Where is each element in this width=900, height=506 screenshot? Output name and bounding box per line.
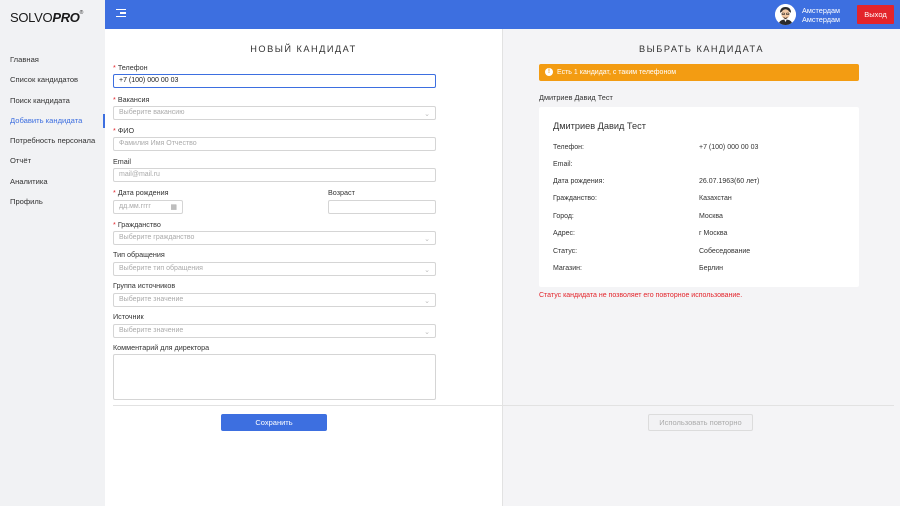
chevron-down-icon: ⌄: [424, 236, 430, 243]
source-select[interactable]: Выберите значение ⌄: [113, 324, 436, 338]
fio-label: * ФИО: [113, 126, 135, 135]
age-label: Возраст: [328, 188, 355, 197]
new-candidate-form: НОВЫЙ КАНДИДАТ * Телефон +7 (100) 000 00 …: [105, 29, 502, 506]
candidate-name[interactable]: Дмитриев Давид Тест: [539, 93, 613, 102]
status-error-message: Статус кандидата не позволяет его повтор…: [539, 292, 743, 299]
user-info: Амстердам Амстердам: [802, 6, 840, 24]
candidate-card-title: Дмитриев Давид Тест: [553, 121, 646, 131]
user-city: Амстердам: [802, 6, 841, 15]
logout-button[interactable]: Выход: [857, 5, 894, 24]
citizenship-select[interactable]: Выберите гражданство ⌄: [113, 231, 436, 245]
info-icon: !: [545, 68, 553, 76]
reuse-button[interactable]: Использовать повторно: [648, 414, 753, 431]
sidebar-item-staff-needs[interactable]: Потребность персонала: [0, 131, 105, 151]
phone-label: * Телефон: [113, 63, 148, 72]
page-title: НОВЫЙ КАНДИДАТ: [250, 44, 357, 54]
select-candidate-panel: ВЫБРАТЬ КАНДИДАТА ! Есть 1 кандидат, с т…: [502, 29, 900, 506]
sidebar-item-report[interactable]: Отчёт: [0, 151, 105, 171]
fio-input[interactable]: Фамилия Имя Отчество: [113, 137, 436, 151]
chevron-down-icon: ⌄: [424, 329, 430, 336]
sidebar: SOLVOPRO® Главная Список кандидатов Поис…: [0, 0, 105, 506]
email-input[interactable]: mail@mail.ru: [113, 168, 436, 182]
birth-date-input[interactable]: дд.мм.гггг ▦: [113, 200, 183, 214]
user-store: Амстердам: [802, 15, 841, 24]
vacancy-select[interactable]: Выберите вакансию ⌄: [113, 106, 436, 120]
logo[interactable]: SOLVOPRO®: [10, 10, 83, 25]
sidebar-nav: Главная Список кандидатов Поиск кандидат…: [0, 50, 105, 212]
sidebar-item-profile[interactable]: Профиль: [0, 192, 105, 212]
source-group-select[interactable]: Выберите значение ⌄: [113, 293, 436, 307]
appeal-type-select[interactable]: Выберите тип обращения ⌄: [113, 262, 436, 276]
phone-input[interactable]: +7 (100) 000 00 03: [113, 74, 436, 88]
panel-divider: [503, 405, 894, 406]
chevron-down-icon: ⌄: [424, 111, 430, 118]
calendar-icon: ▦: [170, 204, 177, 211]
duplicate-alert: ! Есть 1 кандидат, с таким телефоном: [539, 64, 859, 81]
birth-date-label: * Дата рождения: [113, 188, 169, 197]
sidebar-item-home[interactable]: Главная: [0, 50, 105, 70]
citizenship-label: * Гражданство: [113, 220, 161, 229]
user-avatar-icon: [775, 4, 796, 25]
sidebar-item-add-candidate[interactable]: Добавить кандидата: [0, 111, 105, 131]
appeal-type-label: Тип обращения: [113, 250, 165, 259]
select-candidate-title: ВЫБРАТЬ КАНДИДАТА: [639, 44, 764, 54]
save-button[interactable]: Сохранить: [221, 414, 327, 431]
chevron-down-icon: ⌄: [424, 298, 430, 305]
comment-textarea[interactable]: [113, 354, 436, 400]
candidate-card[interactable]: Дмитриев Давид Тест Телефон: +7 (100) 000…: [539, 107, 859, 287]
comment-label: Комментарий для директора: [113, 343, 210, 352]
age-input[interactable]: [328, 200, 436, 214]
top-bar: Амстердам Амстердам Выход: [105, 0, 900, 29]
source-group-label: Группа источников: [113, 281, 176, 290]
sidebar-item-candidate-list[interactable]: Список кандидатов: [0, 70, 105, 90]
source-label: Источник: [113, 312, 144, 321]
sidebar-item-candidate-search[interactable]: Поиск кандидата: [0, 91, 105, 111]
menu-toggle-icon[interactable]: [116, 9, 126, 19]
form-divider: [113, 405, 502, 406]
chevron-down-icon: ⌄: [424, 267, 430, 274]
sidebar-item-analytics[interactable]: Аналитика: [0, 172, 105, 192]
email-label: Email: [113, 157, 131, 166]
avatar[interactable]: [775, 4, 796, 25]
vacancy-label: * Вакансия: [113, 95, 150, 104]
